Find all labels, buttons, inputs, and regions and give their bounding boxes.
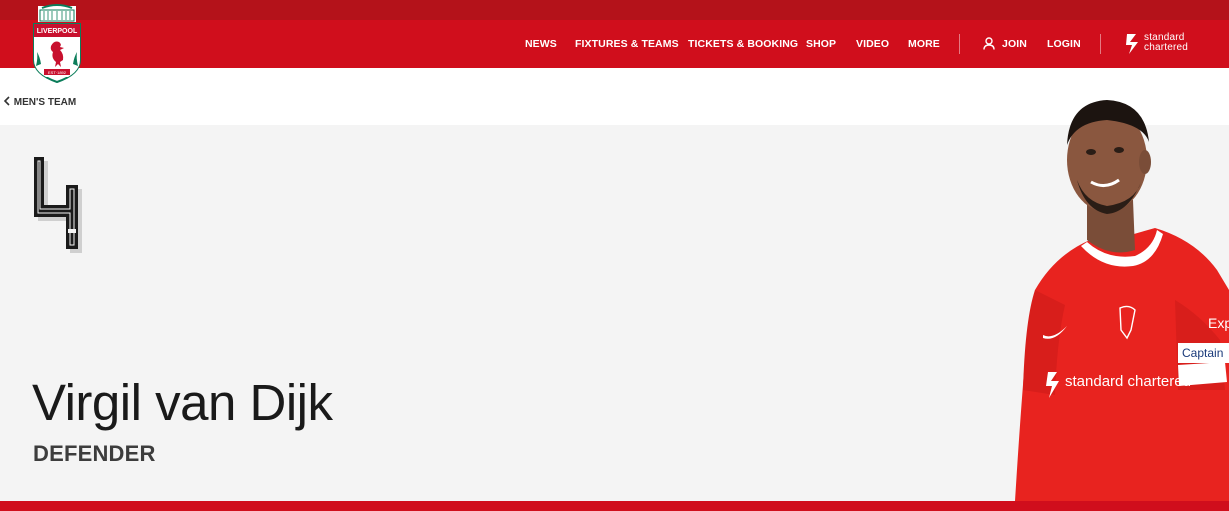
bottom-accent-bar <box>0 501 1229 511</box>
nav-tickets-booking[interactable]: TICKETS & BOOKING <box>688 20 798 68</box>
nav-divider <box>959 34 960 54</box>
nav-shop[interactable]: SHOP <box>806 20 836 68</box>
chevron-left-icon <box>3 96 10 106</box>
nav-divider <box>1100 34 1101 54</box>
shirt-sponsor-text: standard chartered <box>1065 373 1191 390</box>
nav-video[interactable]: VIDEO <box>856 20 889 68</box>
svg-text:LIVERPOOL: LIVERPOOL <box>37 28 78 35</box>
nav-more[interactable]: MORE <box>908 20 940 68</box>
top-strip <box>0 0 1229 20</box>
nav-login[interactable]: LOGIN <box>1047 20 1081 68</box>
sponsor-logo[interactable]: standard chartered <box>1124 32 1199 56</box>
club-crest-logo[interactable]: LIVERPOOL EST·1892 <box>24 2 90 86</box>
nav-news[interactable]: NEWS <box>525 20 557 68</box>
sponsor-line-2: chartered <box>1144 42 1189 53</box>
user-icon[interactable] <box>983 37 995 50</box>
nav-fixtures-teams[interactable]: FIXTURES & TEAMS <box>575 20 679 68</box>
standard-chartered-icon <box>1126 34 1138 54</box>
main-nav: NEWS FIXTURES & TEAMS TICKETS & BOOKING … <box>0 20 1229 68</box>
player-photo: Captain Exp standard chartered <box>1015 100 1229 501</box>
sleeve-text: Exp <box>1208 315 1229 331</box>
player-profile-page: LIVERPOOL EST·1892 NEWS FIXTURES & TEAMS… <box>0 0 1229 511</box>
sponsor-text: standard chartered <box>1144 33 1188 53</box>
breadcrumb-label: MEN'S TEAM <box>13 97 77 108</box>
squad-number: 4 <box>34 157 82 253</box>
breadcrumb-back-link[interactable]: MEN'S TEAM <box>3 96 76 110</box>
nav-join[interactable]: JOIN <box>1002 20 1027 68</box>
player-position: DEFENDER <box>33 441 156 466</box>
svg-text:EST·1892: EST·1892 <box>48 70 67 75</box>
liverpool-crest-icon: LIVERPOOL EST·1892 <box>33 4 81 84</box>
armband-text: Captain <box>1182 346 1223 360</box>
player-name: Virgil van Dijk <box>32 374 333 431</box>
